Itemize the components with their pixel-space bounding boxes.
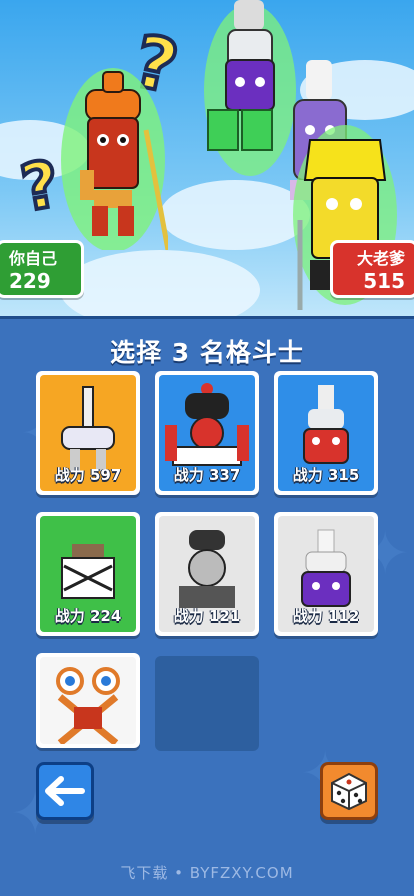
card-portrait: 战力 112 xyxy=(278,516,374,632)
fighter-card-1[interactable]: 战力 597 xyxy=(36,371,140,495)
opponent-score-box: 大老爹 515 xyxy=(330,240,414,298)
fighter-card-5[interactable]: 战力 121 xyxy=(155,512,259,636)
fighter-card-3[interactable]: 战力 315 xyxy=(274,371,378,495)
fighter-card-2[interactable]: 战力 337 xyxy=(155,371,259,495)
card-power-label: 战力 112 xyxy=(292,607,360,625)
card-power-label: 战力 121 xyxy=(173,607,241,625)
random-dice-button[interactable] xyxy=(320,762,378,820)
player-score: 229 xyxy=(9,269,51,293)
dice-icon xyxy=(331,772,367,811)
card-power-label: 战力 337 xyxy=(173,466,241,484)
card-portrait: 战力 597 xyxy=(40,375,136,491)
card-power-label: 战力 315 xyxy=(292,466,360,484)
opponent-score: 515 xyxy=(363,269,405,293)
card-power-label: 战力 224 xyxy=(54,607,122,625)
left-arrow-icon xyxy=(45,776,85,806)
watermark-text: 飞下载 • BYFZXY.COM xyxy=(120,864,294,882)
fighter-card-6[interactable]: 战力 112 xyxy=(274,512,378,636)
card-portrait: 战力 337 xyxy=(159,375,255,491)
cloud xyxy=(60,250,260,316)
empty-card-slot xyxy=(155,656,259,751)
opponent-name: 大老爹 xyxy=(356,249,405,268)
panel-title: 选择 3 名格斗士 xyxy=(110,338,304,367)
player-name: 你自己 xyxy=(9,249,58,268)
arena-scene: ? ? 你自己 229 大老爹 515 xyxy=(0,0,414,316)
fighter-card-4[interactable]: 战力 224 xyxy=(36,512,140,636)
fighter-card-7[interactable] xyxy=(36,653,140,748)
card-portrait: 战力 121 xyxy=(159,516,255,632)
player-fighter xyxy=(58,50,171,254)
player-score-box: 你自己 229 xyxy=(0,240,84,298)
back-button[interactable] xyxy=(36,762,94,820)
card-power-label: 战力 597 xyxy=(54,466,122,484)
card-portrait: 战力 315 xyxy=(278,375,374,491)
card-portrait xyxy=(40,657,136,744)
card-portrait: 战力 224 xyxy=(40,516,136,632)
